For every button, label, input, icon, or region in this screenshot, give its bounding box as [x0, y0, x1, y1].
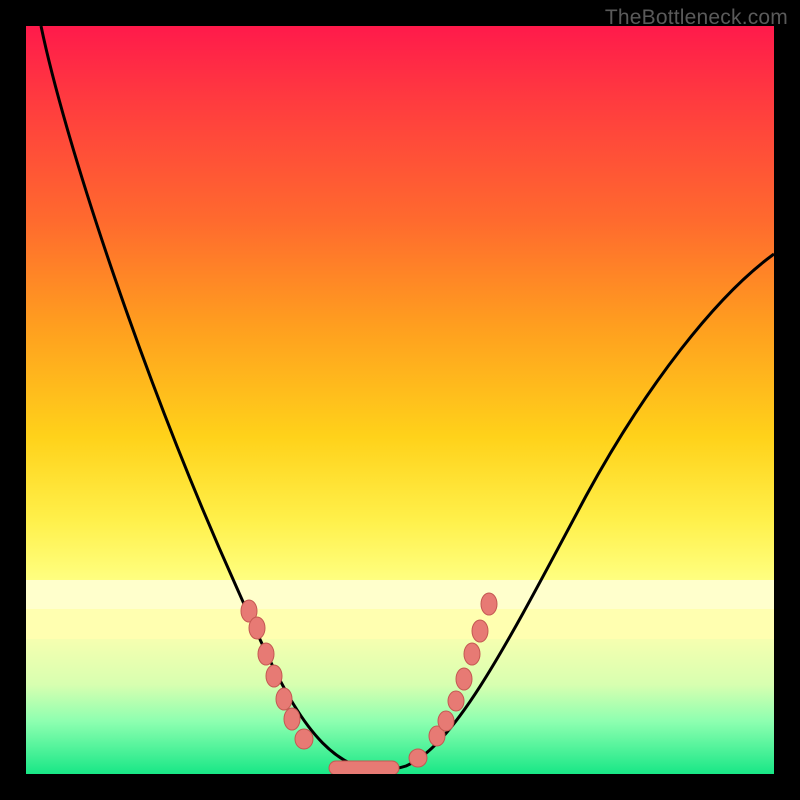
- bead-trough: [329, 761, 399, 774]
- bead-right-8: [481, 593, 497, 615]
- plot-area: [26, 26, 774, 774]
- bead-right-5: [456, 668, 472, 690]
- bead-right-1: [409, 749, 427, 767]
- bead-left-6: [284, 708, 300, 730]
- chart-stage: TheBottleneck.com: [0, 0, 800, 800]
- bead-right-6: [464, 643, 480, 665]
- bead-left-3: [258, 643, 274, 665]
- bead-left-5: [276, 688, 292, 710]
- watermark-text: TheBottleneck.com: [605, 6, 788, 30]
- bead-right-4: [448, 691, 464, 711]
- bead-left-2: [249, 617, 265, 639]
- bead-left-4: [266, 665, 282, 687]
- bead-right-3: [438, 711, 454, 731]
- bottleneck-curve: [41, 26, 774, 770]
- bead-left-7: [295, 729, 313, 749]
- chart-svg: [26, 26, 774, 774]
- bead-right-7: [472, 620, 488, 642]
